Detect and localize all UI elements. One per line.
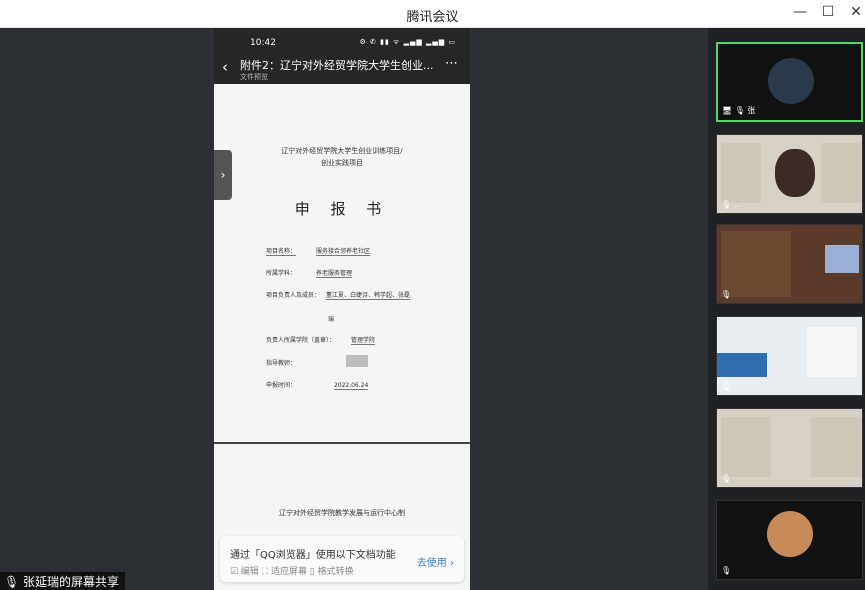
doc-big-title: 申 报 书: [294, 200, 390, 218]
college-label: 负责人所属学院（盖章）：: [266, 337, 336, 344]
shared-phone-screen: 10:42 ⚙ ✆ ▮▮ ᯤ ▂▄▆ ▂▄▆ ▭ ‹ 附件2：辽宁对外经贸学院大…: [214, 28, 470, 590]
participant-tile-5[interactable]: 🎙: [716, 408, 863, 488]
college-value: 管理学院: [350, 337, 375, 345]
qq-browser-banner: 通过「QQ浏览器」使用以下文档功能 ☑ 编辑 ⛶ 适应屏幕 ▯ 格式转换 去使用…: [220, 536, 464, 582]
participant-tile-6[interactable]: 🎙: [716, 500, 863, 580]
category-value: 养老服务管理: [315, 270, 352, 278]
back-icon[interactable]: ‹: [222, 58, 228, 76]
participant-name: 🎙: [721, 382, 732, 391]
banner-options[interactable]: ☑ 编辑 ⛶ 适应屏幕 ▯ 格式转换: [230, 564, 354, 577]
redacted-advisor: [346, 355, 368, 367]
members-label: 项目负责人及成员：: [266, 292, 321, 299]
avatar: [767, 511, 813, 557]
more-icon[interactable]: ⋯: [445, 56, 458, 71]
participant-tile-4[interactable]: 🎙: [716, 316, 863, 396]
members-continued: 瑞: [328, 316, 335, 323]
screen-share-label: 🎙 张延瑞的屏幕共享: [0, 572, 126, 590]
status-icons: ⚙ ✆ ▮▮ ᯤ ▂▄▆ ▂▄▆ ▭: [359, 38, 456, 46]
doc-heading-line1: 辽宁对外经贸学院大学生创业训练项目/: [281, 147, 403, 155]
date-value: 2022.06.24: [333, 382, 369, 390]
advisor-label: 指导教师：: [266, 360, 297, 367]
phone-status-bar: 10:42 ⚙ ✆ ▮▮ ᯤ ▂▄▆ ▂▄▆ ▭: [214, 28, 470, 50]
participant-name: 🖥 🎙 张: [722, 106, 756, 115]
participant-name: 🎙: [721, 474, 732, 483]
document-page-1: › 辽宁对外经贸学院大学生创业训练项目/ 创业实践项目 申 报 书 项目名称： …: [214, 84, 470, 444]
status-time: 10:42: [250, 38, 276, 48]
participant-name: 🎙: [721, 290, 732, 299]
date-label: 申报时间：: [266, 382, 297, 389]
title-bar: 腾讯会议 — ☐ ✕: [0, 0, 865, 28]
members-value: 董江夏、白婕诗、韩学超、张磊: [325, 292, 410, 300]
minimize-button[interactable]: —: [790, 4, 810, 20]
banner-use-button[interactable]: 去使用 ›: [417, 554, 454, 569]
doc-heading-line2: 创业实践项目: [321, 159, 363, 167]
participant-tile-1[interactable]: 🖥 🎙 张: [716, 42, 863, 122]
participant-name: 🎙 ...: [721, 200, 742, 209]
document-title: 附件2：辽宁对外经贸学院大学生创业...: [240, 59, 434, 72]
project-name-value: 服务接合邻养老社区: [315, 248, 370, 256]
banner-text: 通过「QQ浏览器」使用以下文档功能: [230, 550, 396, 561]
participant-tile-2[interactable]: 🎙 ...: [716, 134, 863, 214]
maximize-button[interactable]: ☐: [818, 4, 838, 20]
page2-heading: 辽宁对外经贸学院教学发展与运行中心制: [279, 509, 405, 517]
close-button[interactable]: ✕: [846, 4, 865, 20]
document-app-bar: ‹ 附件2：辽宁对外经贸学院大学生创业... 文件预览 ⋯: [214, 50, 470, 84]
project-name-label: 项目名称：: [266, 248, 297, 256]
category-label: 所属学科：: [266, 270, 297, 277]
participant-tile-3[interactable]: 🎙: [716, 224, 863, 304]
participant-name: 🎙: [721, 566, 732, 575]
document-subtitle: 文件预览: [240, 73, 268, 81]
avatar: [775, 149, 815, 197]
avatar: [768, 58, 814, 104]
window-title: 腾讯会议: [406, 10, 459, 25]
